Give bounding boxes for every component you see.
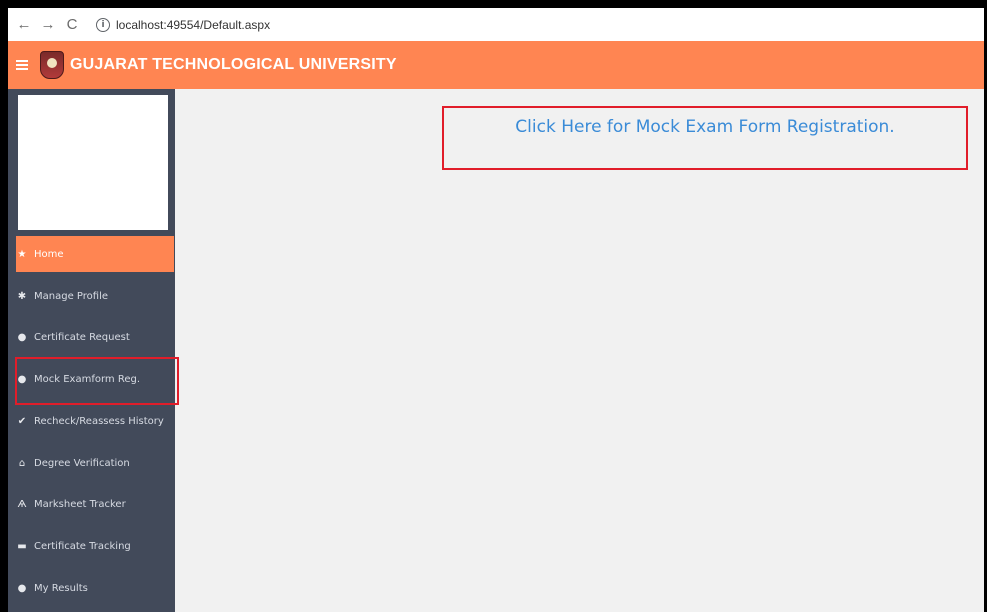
graduation-cap-icon: ⌂ xyxy=(18,457,26,469)
sidebar-item-manage-profile[interactable]: ✱ Manage Profile xyxy=(16,278,174,314)
sidebar-item-label: Manage Profile xyxy=(34,290,108,302)
check-icon: ✔ xyxy=(17,415,27,427)
info-icon[interactable]: i xyxy=(96,17,110,32)
sidebar-item-recheck-reassess-history[interactable]: ✔ Recheck/Reassess History xyxy=(16,403,174,439)
browser-address-bar: ← → C i localhost:49554/Default.aspx xyxy=(8,8,984,42)
frame-top xyxy=(0,0,987,8)
sidebar-item-my-results[interactable]: ● My Results xyxy=(16,570,174,606)
sidebar-item-certificate-request[interactable]: ● Certificate Request xyxy=(16,319,174,355)
sidebar-item-label: Certificate Tracking xyxy=(34,540,131,552)
gears-icon: ✱ xyxy=(17,290,27,302)
back-button[interactable]: ← xyxy=(16,16,32,33)
mock-exam-registration-link-text[interactable]: Click Here for Mock Exam Form Registrati… xyxy=(444,117,966,137)
sidebar-item-label: Certificate Request xyxy=(34,331,130,343)
sidebar-item-home[interactable]: ★ Home xyxy=(16,236,174,272)
sidebar-item-certificate-tracking[interactable]: ▬ Certificate Tracking xyxy=(16,528,174,564)
frame-left xyxy=(0,0,8,612)
forward-button[interactable]: → xyxy=(40,16,56,33)
app-header: GUJARAT TECHNOLOGICAL UNIVERSITY xyxy=(8,41,984,89)
circle-icon: ● xyxy=(17,582,27,594)
url-text[interactable]: localhost:49554/Default.aspx xyxy=(116,18,270,32)
hamburger-menu-icon[interactable] xyxy=(16,58,28,72)
university-logo xyxy=(40,51,64,79)
sidebar-item-degree-verification[interactable]: ⌂ Degree Verification xyxy=(16,445,174,481)
sidebar-item-label: Recheck/Reassess History xyxy=(34,415,164,427)
truck-icon: ▬ xyxy=(17,540,27,552)
sidebar-item-marksheet-tracker[interactable]: Ѧ Marksheet Tracker xyxy=(16,486,174,522)
reload-button[interactable]: C xyxy=(64,16,80,33)
sidebar-item-label: Home xyxy=(34,248,64,260)
sidebar-item-label: Degree Verification xyxy=(34,457,130,469)
home-icon: ★ xyxy=(17,248,27,260)
mock-exam-registration-link[interactable]: Click Here for Mock Exam Form Registrati… xyxy=(442,106,968,170)
sidebar: ★ Home ✱ Manage Profile ● Certificate Re… xyxy=(8,89,175,612)
circle-icon: ● xyxy=(17,331,27,343)
sidebar-highlight-box xyxy=(15,357,179,405)
sidebar-item-label: My Results xyxy=(34,582,88,594)
brand-title: GUJARAT TECHNOLOGICAL UNIVERSITY xyxy=(70,56,397,73)
road-icon: Ѧ xyxy=(17,498,27,510)
sidebar-item-label: Marksheet Tracker xyxy=(34,498,126,510)
profile-photo xyxy=(18,95,168,230)
